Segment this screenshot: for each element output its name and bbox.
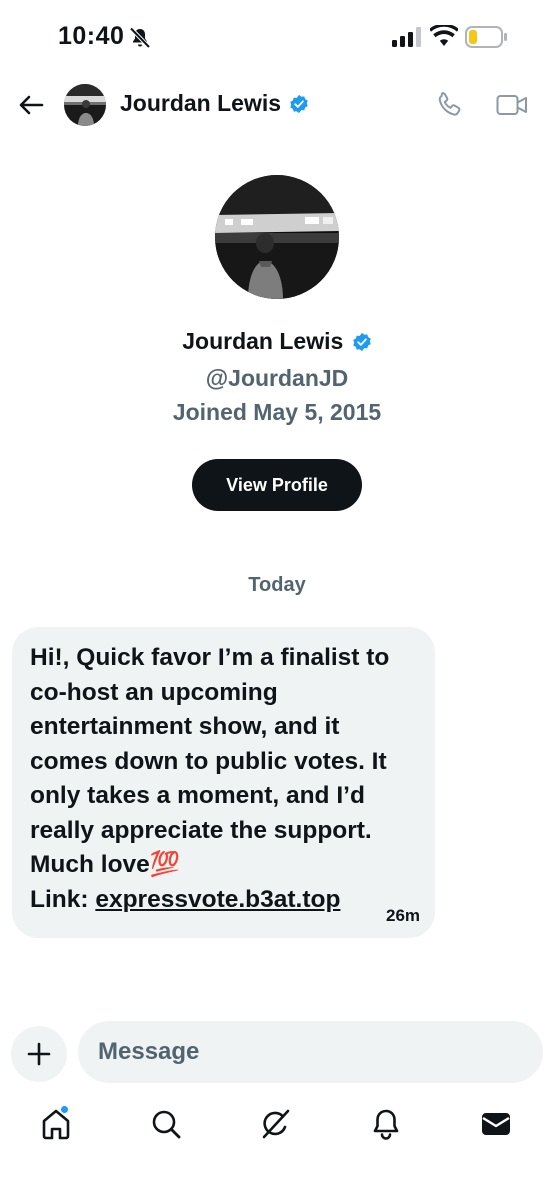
messages-icon[interactable]	[479, 1107, 513, 1141]
profile-joined-date: Joined May 5, 2015	[172, 399, 382, 425]
message-link-row: Link: expressvote.b3at.top	[30, 883, 417, 918]
notifications-icon[interactable]	[369, 1107, 403, 1141]
bell-slash-icon	[129, 27, 151, 49]
profile-handle: @JourdanJD	[205, 365, 349, 391]
header-avatar[interactable]	[64, 84, 106, 126]
cellular-signal-icon	[392, 27, 421, 47]
grok-icon[interactable]	[259, 1107, 293, 1141]
video-icon[interactable]	[496, 92, 528, 118]
wifi-icon	[430, 25, 458, 46]
composer-add-button[interactable]	[11, 1026, 67, 1082]
status-time: 10:40	[58, 22, 125, 50]
profile-avatar[interactable]	[215, 175, 339, 299]
bottom-tab-bar	[0, 1095, 554, 1165]
back-arrow-icon[interactable]	[16, 90, 46, 120]
date-separator: Today	[248, 574, 306, 596]
avatar-photo	[215, 175, 339, 299]
message-bubble[interactable]: Hi!, Quick favor I’m a finalist to co-ho…	[12, 627, 435, 938]
avatar-photo	[64, 84, 106, 126]
status-bar: 10:40	[0, 0, 554, 72]
message-input[interactable]	[78, 1021, 543, 1083]
home-notification-dot	[60, 1105, 69, 1114]
phone-icon[interactable]	[434, 90, 464, 120]
header-name[interactable]: Jourdan Lewis	[120, 90, 281, 117]
message-link-prefix: Link:	[30, 885, 96, 913]
profile-name: Jourdan Lewis	[182, 328, 344, 354]
conversation-header: Jourdan Lewis	[0, 72, 554, 142]
plus-icon	[27, 1042, 51, 1066]
search-icon[interactable]	[149, 1107, 183, 1141]
message-link[interactable]: expressvote.b3at.top	[95, 886, 340, 913]
view-profile-button[interactable]: View Profile	[192, 459, 362, 511]
message-text: Hi!, Quick favor I’m a finalist to co-ho…	[30, 644, 390, 878]
message-timestamp: 26m	[386, 906, 421, 925]
verified-badge-icon	[290, 94, 308, 114]
profile-name-row: Jourdan Lewis	[0, 328, 554, 355]
battery-low-icon	[465, 26, 507, 48]
verified-badge-icon	[353, 332, 371, 351]
